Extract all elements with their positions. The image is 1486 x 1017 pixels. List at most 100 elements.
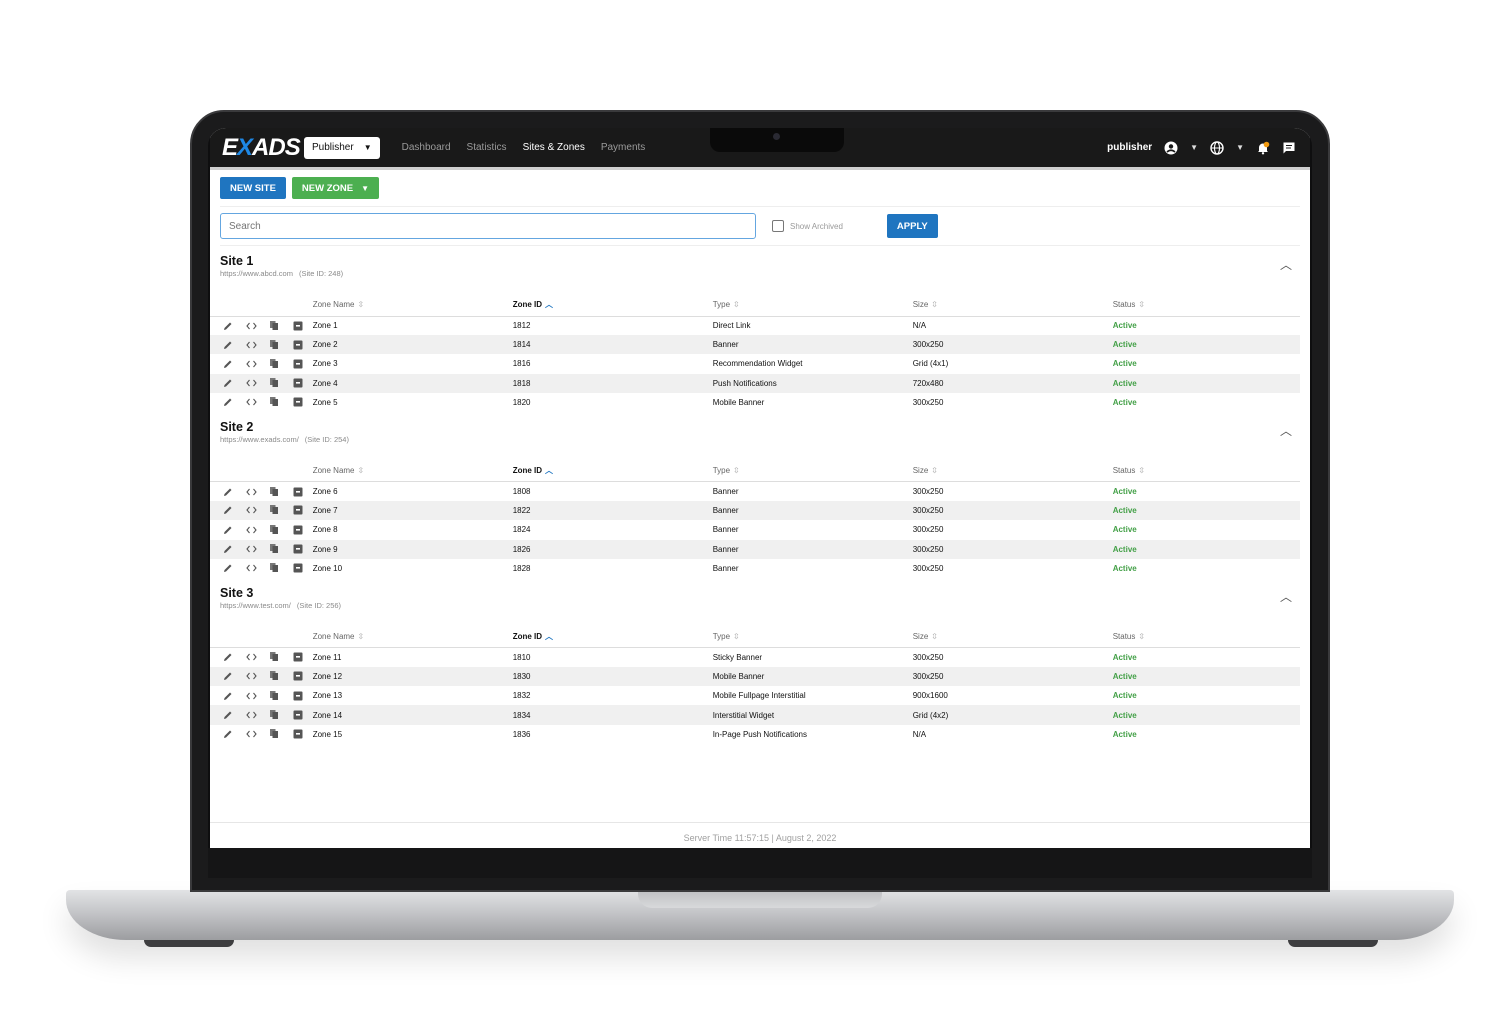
- new-zone-button[interactable]: NEW ZONE ▼: [291, 177, 380, 199]
- site-name[interactable]: Site 1: [220, 254, 1300, 268]
- edit-icon[interactable]: [222, 728, 234, 740]
- username[interactable]: publisher: [1107, 142, 1152, 153]
- code-icon[interactable]: [245, 396, 257, 408]
- zone-name[interactable]: Zone 5: [313, 393, 513, 412]
- archive-icon[interactable]: [292, 562, 304, 574]
- zone-name[interactable]: Zone 6: [313, 482, 513, 501]
- archive-icon[interactable]: [292, 358, 304, 370]
- type-header[interactable]: Type ⇳: [712, 459, 913, 483]
- archive-icon[interactable]: [292, 320, 304, 332]
- site-name[interactable]: Site 2: [220, 420, 1300, 434]
- code-icon[interactable]: [245, 562, 257, 574]
- edit-icon[interactable]: [222, 709, 234, 721]
- size-header[interactable]: Size ⇳: [912, 625, 1113, 649]
- archive-icon[interactable]: [292, 709, 304, 721]
- code-icon[interactable]: [245, 339, 257, 351]
- status-header[interactable]: Status ⇳: [1112, 625, 1300, 649]
- code-icon[interactable]: [245, 504, 257, 516]
- code-icon[interactable]: [245, 670, 257, 682]
- site-name[interactable]: Site 3: [220, 586, 1300, 600]
- archive-icon[interactable]: [292, 690, 304, 702]
- edit-icon[interactable]: [222, 524, 234, 536]
- copy-icon[interactable]: [268, 357, 280, 369]
- code-icon[interactable]: [245, 524, 257, 536]
- edit-icon[interactable]: [222, 486, 234, 498]
- copy-icon[interactable]: [268, 651, 280, 663]
- zone-name[interactable]: Zone 1: [313, 316, 513, 335]
- edit-icon[interactable]: [222, 377, 234, 389]
- zone-name-header[interactable]: Zone Name ⇳: [312, 625, 513, 649]
- language-chevron-down-icon[interactable]: ▼: [1236, 143, 1244, 152]
- copy-icon[interactable]: [268, 338, 280, 350]
- show-archived-toggle[interactable]: Show Archived: [772, 220, 843, 232]
- zone-name[interactable]: Zone 15: [313, 725, 513, 744]
- edit-icon[interactable]: [222, 358, 234, 370]
- zone-id-header[interactable]: Zone ID ︿: [512, 459, 713, 483]
- collapse-icon[interactable]: ︿: [1280, 256, 1292, 273]
- role-select[interactable]: Publisher ▼: [304, 136, 380, 159]
- archive-icon[interactable]: [292, 524, 304, 536]
- archive-icon[interactable]: [292, 543, 304, 555]
- apply-button[interactable]: APPLY: [886, 214, 938, 238]
- zone-id-header[interactable]: Zone ID ︿: [512, 294, 713, 317]
- archive-icon[interactable]: [292, 486, 304, 498]
- zone-name[interactable]: Zone 8: [313, 520, 513, 539]
- copy-icon[interactable]: [268, 485, 280, 497]
- type-header[interactable]: Type ⇳: [712, 294, 913, 317]
- zone-name[interactable]: Zone 14: [312, 705, 513, 725]
- code-icon[interactable]: [245, 651, 257, 663]
- edit-icon[interactable]: [222, 543, 234, 555]
- collapse-icon[interactable]: ︿: [1280, 422, 1292, 439]
- copy-icon[interactable]: [268, 562, 280, 574]
- code-icon[interactable]: [245, 377, 257, 389]
- chat-icon[interactable]: [1282, 141, 1296, 155]
- copy-icon[interactable]: [268, 708, 280, 720]
- copy-icon[interactable]: [268, 396, 280, 408]
- copy-icon[interactable]: [268, 689, 280, 701]
- code-icon[interactable]: [245, 486, 257, 498]
- zone-id-header[interactable]: Zone ID ︿: [512, 625, 713, 649]
- copy-icon[interactable]: [268, 727, 280, 739]
- copy-icon[interactable]: [268, 376, 280, 388]
- archive-icon[interactable]: [292, 377, 304, 389]
- zone-name[interactable]: Zone 9: [312, 539, 513, 559]
- account-circle-icon[interactable]: [1164, 141, 1178, 155]
- code-icon[interactable]: [245, 709, 257, 721]
- code-icon[interactable]: [245, 320, 257, 332]
- new-site-button[interactable]: NEW SITE: [220, 177, 286, 199]
- zone-name-header[interactable]: Zone Name ⇳: [312, 294, 513, 317]
- copy-icon[interactable]: [268, 542, 280, 554]
- zone-name[interactable]: Zone 11: [313, 648, 513, 667]
- edit-icon[interactable]: [222, 320, 234, 332]
- archive-icon[interactable]: [292, 339, 304, 351]
- code-icon[interactable]: [245, 358, 257, 370]
- zone-name[interactable]: Zone 12: [312, 667, 513, 687]
- account-chevron-down-icon[interactable]: ▼: [1190, 143, 1198, 152]
- archive-icon[interactable]: [292, 396, 304, 408]
- copy-icon[interactable]: [268, 523, 280, 535]
- edit-icon[interactable]: [222, 504, 234, 516]
- edit-icon[interactable]: [222, 396, 234, 408]
- code-icon[interactable]: [245, 543, 257, 555]
- edit-icon[interactable]: [222, 339, 234, 351]
- nav-statistics[interactable]: Statistics: [467, 142, 507, 153]
- archive-icon[interactable]: [292, 504, 304, 516]
- edit-icon[interactable]: [222, 651, 234, 663]
- zone-name[interactable]: Zone 3: [313, 354, 513, 373]
- nav-dashboard[interactable]: Dashboard: [402, 142, 451, 153]
- zone-name[interactable]: Zone 13: [313, 686, 513, 705]
- edit-icon[interactable]: [222, 690, 234, 702]
- size-header[interactable]: Size ⇳: [912, 459, 1113, 483]
- code-icon[interactable]: [245, 690, 257, 702]
- status-header[interactable]: Status ⇳: [1112, 294, 1300, 317]
- zone-name[interactable]: Zone 7: [312, 501, 513, 521]
- archive-icon[interactable]: [292, 728, 304, 740]
- copy-icon[interactable]: [268, 319, 280, 331]
- size-header[interactable]: Size ⇳: [912, 294, 1113, 317]
- show-archived-checkbox[interactable]: [772, 220, 784, 232]
- search-input[interactable]: [220, 213, 756, 239]
- nav-payments[interactable]: Payments: [601, 142, 645, 153]
- edit-icon[interactable]: [222, 562, 234, 574]
- zone-name[interactable]: Zone 2: [312, 335, 513, 355]
- edit-icon[interactable]: [222, 670, 234, 682]
